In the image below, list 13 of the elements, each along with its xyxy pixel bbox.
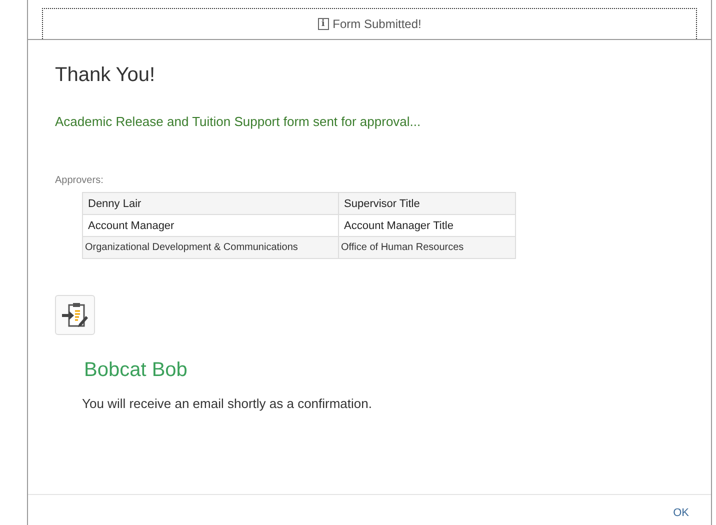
confirmation-text: You will receive an email shortly as a confirmation. — [82, 396, 373, 411]
approvers-label: Approvers: — [55, 175, 104, 186]
table-cell: Denny Lair — [82, 192, 338, 214]
status-message: Academic Release and Tuition Support form sent for approval... — [55, 114, 422, 129]
table-cell: Office of Human Resources — [338, 236, 516, 258]
clipboard-icon — [55, 295, 95, 335]
table-cell: Supervisor Title — [338, 192, 516, 214]
banner-title: Form Submitted! — [332, 17, 422, 31]
signer-name: Bobcat Bob — [84, 359, 188, 382]
ok-button[interactable]: OK — [667, 503, 695, 523]
table-cell: Organizational Development & Communications — [82, 236, 338, 258]
dialog-heading: Thank You! — [55, 64, 156, 87]
info-icon: i — [318, 18, 329, 30]
